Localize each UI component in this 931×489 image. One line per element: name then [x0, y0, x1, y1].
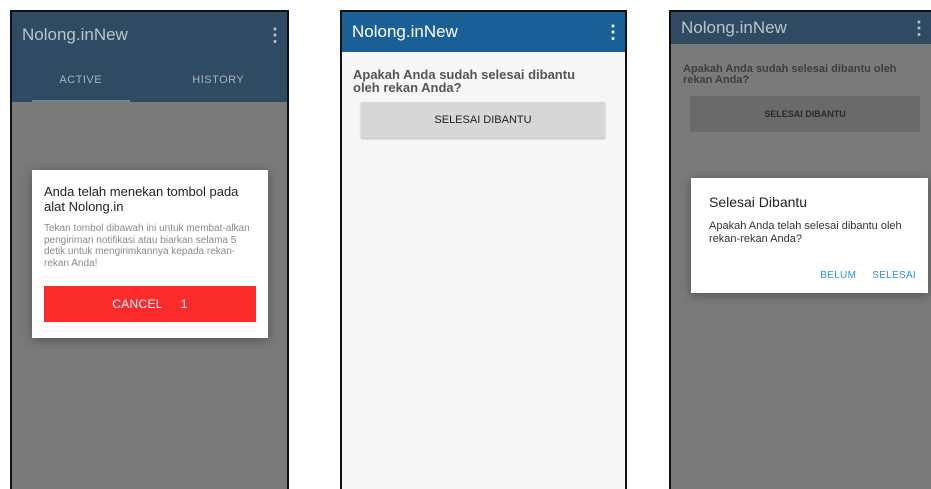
app-bar: Nolong.inNew ⋮ [342, 12, 625, 52]
more-vertical-icon[interactable]: ⋮ [601, 23, 625, 41]
dialog-title: Selesai Dibantu [709, 194, 808, 210]
phone-screen-finish: Nolong.inNew ⋮ Apakah Anda sudah selesai… [340, 10, 627, 489]
dialog-message: Apakah Anda telah selesai dibantu oleh r… [709, 220, 902, 245]
more-vertical-icon[interactable]: ⋮ [907, 19, 931, 37]
finish-button[interactable]: SELESAI [872, 270, 916, 281]
finish-question: Apakah Anda sudah selesai dibantu oleh r… [683, 63, 897, 86]
confirm-finish-dialog: Selesai Dibantu Apakah Anda telah selesa… [691, 178, 928, 293]
countdown-value: 1 [180, 297, 188, 311]
dialog-message: Tekan tombol dibawah ini untuk membat-al… [44, 223, 250, 269]
app-bar: Nolong.inNew ⋮ [671, 12, 931, 44]
tab-history[interactable]: HISTORY [150, 58, 288, 102]
app-bar: Nolong.inNew ⋮ [12, 12, 287, 58]
tab-bar: ACTIVE HISTORY [12, 58, 287, 102]
finish-help-button[interactable]: SELESAI DIBANTU [690, 96, 920, 132]
app-title: Nolong.inNew [681, 18, 787, 37]
cancel-button[interactable]: CANCEL 1 [44, 286, 256, 322]
cancel-notification-dialog: Anda telah menekan tombol pada alat Nolo… [32, 170, 268, 338]
dialog-title: Anda telah menekan tombol pada alat Nolo… [44, 184, 239, 214]
app-title: Nolong.inNew [22, 25, 128, 44]
tab-active[interactable]: ACTIVE [12, 58, 150, 102]
phone-screen-confirm: Nolong.inNew ⋮ Apakah Anda sudah selesai… [669, 10, 931, 489]
finish-help-button[interactable]: SELESAI DIBANTU [361, 102, 605, 138]
app-title: Nolong.inNew [352, 22, 458, 41]
cancel-label: CANCEL [112, 297, 163, 311]
more-vertical-icon[interactable]: ⋮ [263, 26, 287, 44]
not-yet-button[interactable]: BELUM [820, 270, 856, 281]
finish-question: Apakah Anda sudah selesai dibantu oleh r… [353, 67, 576, 95]
phone-screen-active: Nolong.inNew ⋮ ACTIVE HISTORY Anda telah… [10, 10, 289, 489]
dialog-actions: BELUM SELESAI [820, 270, 916, 281]
